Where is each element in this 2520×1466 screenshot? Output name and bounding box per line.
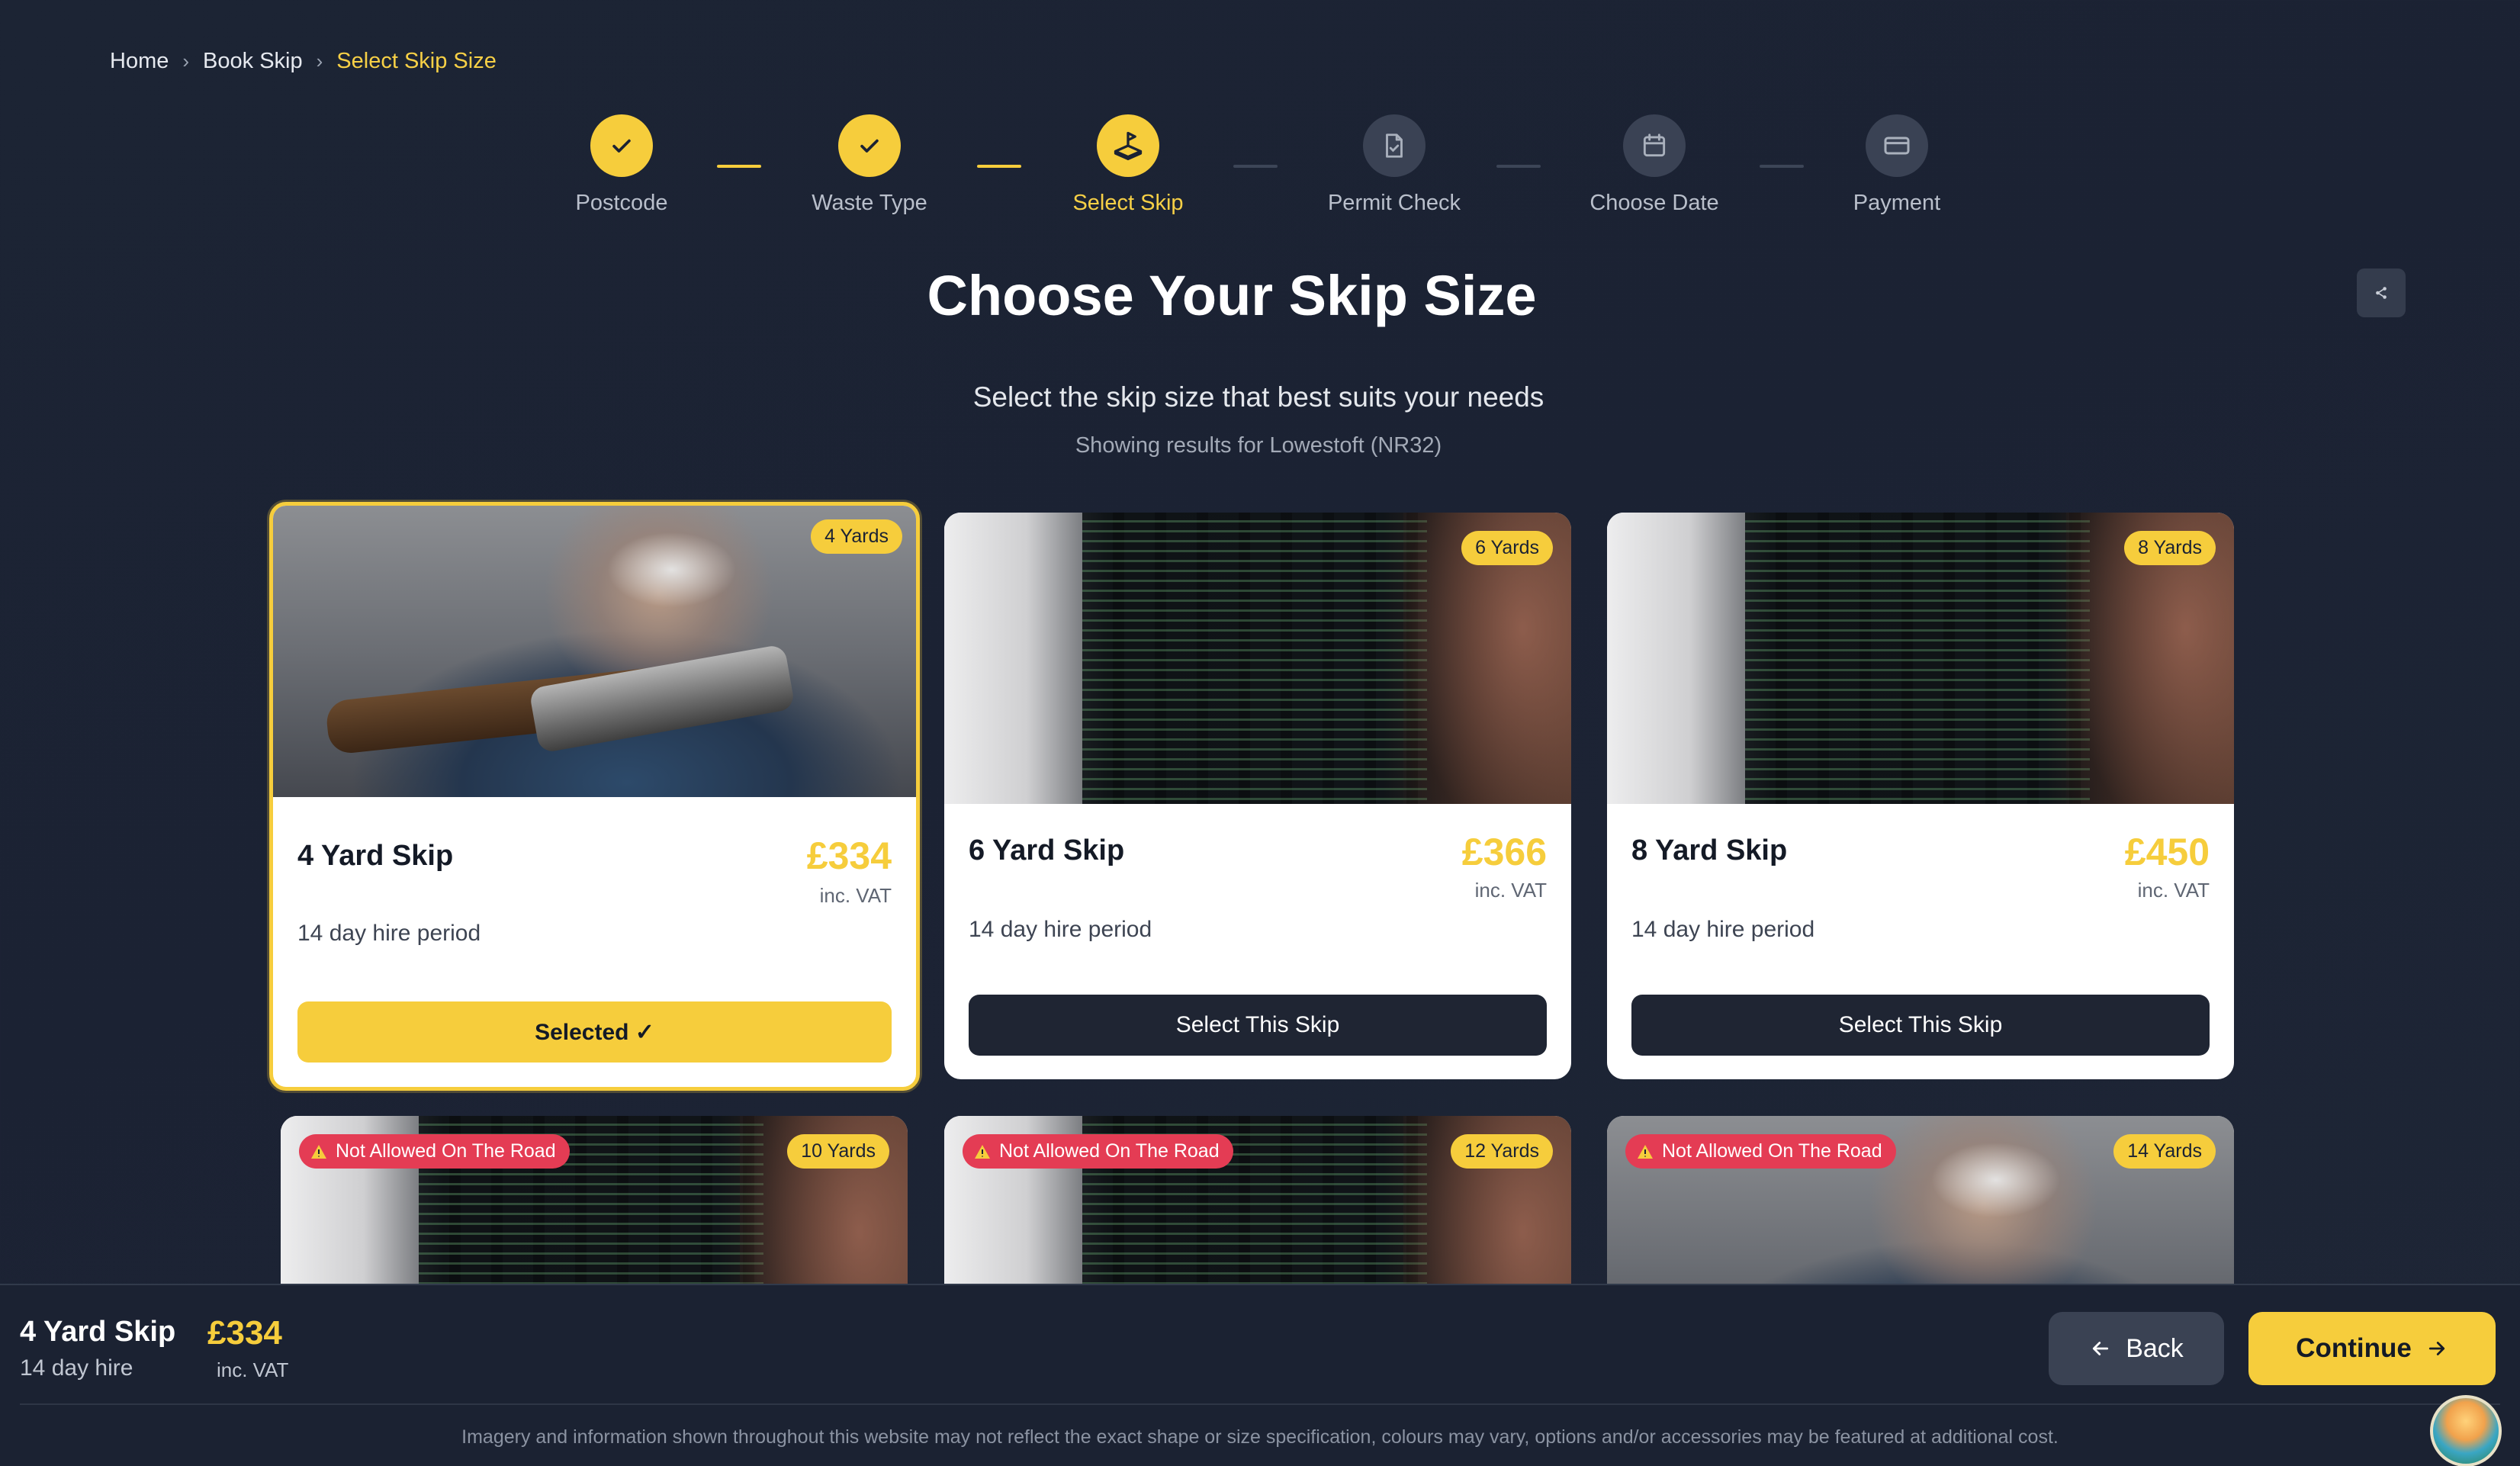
- breadcrumb: Home › Book Skip › Select Skip Size: [110, 49, 497, 74]
- skip-price: £366: [1461, 831, 1547, 873]
- continue-label: Continue: [2296, 1333, 2412, 1363]
- check-icon: [838, 114, 901, 177]
- yard-badge: 10 Yards: [787, 1134, 889, 1169]
- selection-summary-bar: 4 Yard Skip 14 day hire £334 inc. VAT Ba…: [0, 1284, 2520, 1466]
- selected-button[interactable]: Selected ✓: [297, 1001, 892, 1063]
- arrow-left-icon: [2093, 1342, 2109, 1355]
- results-location: Showing results for Lowestoft (NR32): [1075, 433, 1442, 458]
- warning-badge: Not Allowed On The Road: [299, 1134, 570, 1169]
- yard-badge: 6 Yards: [1461, 531, 1553, 565]
- skip-price: £450: [2124, 831, 2210, 873]
- warning-icon: [975, 1144, 990, 1159]
- progress-stepper: Postcode Waste Type Select Skip Permit C…: [0, 114, 2520, 221]
- step-connector: [1233, 165, 1278, 168]
- calendar-icon: [1623, 114, 1686, 177]
- step-choose-date: Choose Date: [1555, 114, 1753, 216]
- skip-vat-label: inc. VAT: [1474, 879, 1547, 902]
- step-connector: [717, 165, 761, 168]
- card-icon: [1866, 114, 1928, 177]
- step-label: Select Skip: [1072, 191, 1184, 215]
- warning-text: Not Allowed On The Road: [336, 1140, 556, 1162]
- arrow-right-icon: [2428, 1342, 2444, 1355]
- summary-vat-label: inc. VAT: [217, 1358, 289, 1381]
- yard-badge: 8 Yards: [2124, 531, 2216, 565]
- skip-vat-label: inc. VAT: [819, 884, 892, 907]
- document-icon: [1363, 114, 1426, 177]
- step-permit-check: Permit Check: [1295, 114, 1493, 216]
- step-connector: [1496, 165, 1541, 168]
- select-skip-button[interactable]: Select This Skip: [969, 995, 1547, 1056]
- skip-card-4-yard[interactable]: 4 Yards 4 Yard Skip £334 inc. VAT 14 day…: [269, 502, 920, 1091]
- check-icon: [590, 114, 653, 177]
- warning-badge: Not Allowed On The Road: [963, 1134, 1233, 1169]
- skip-name: 4 Yard Skip: [297, 840, 454, 872]
- skip-icon: [1097, 114, 1159, 177]
- chevron-right-icon: ›: [316, 50, 323, 72]
- breadcrumb-book-skip[interactable]: Book Skip: [203, 49, 303, 74]
- warning-icon: [1638, 1144, 1653, 1159]
- step-label: Permit Check: [1327, 191, 1461, 215]
- page-subtitle: Select the skip size that best suits you…: [972, 381, 1544, 413]
- warning-icon: [311, 1144, 326, 1159]
- yard-badge: 14 Yards: [2113, 1134, 2216, 1169]
- continue-button[interactable]: Continue: [2248, 1312, 2496, 1385]
- share-button[interactable]: [2357, 268, 2406, 317]
- yard-badge: 4 Yards: [811, 519, 902, 554]
- skip-hire-period: 14 day hire period: [297, 921, 481, 946]
- skip-hire-period: 14 day hire period: [969, 917, 1152, 942]
- summary-hire-period: 14 day hire: [20, 1355, 133, 1381]
- step-label: Payment: [1853, 191, 1941, 215]
- back-button[interactable]: Back: [2049, 1312, 2224, 1385]
- step-label: Choose Date: [1589, 191, 1719, 215]
- skip-vat-label: inc. VAT: [2137, 879, 2210, 902]
- warning-badge: Not Allowed On The Road: [1625, 1134, 1896, 1169]
- summary-skip-name: 4 Yard Skip: [20, 1316, 176, 1348]
- step-connector: [977, 165, 1021, 168]
- select-skip-button[interactable]: Select This Skip: [1631, 995, 2210, 1056]
- step-label: Waste Type: [812, 191, 927, 215]
- breadcrumb-home[interactable]: Home: [110, 49, 169, 74]
- step-waste-type[interactable]: Waste Type: [770, 114, 969, 216]
- warning-text: Not Allowed On The Road: [1662, 1140, 1882, 1162]
- yard-badge: 12 Yards: [1451, 1134, 1553, 1169]
- back-label: Back: [2126, 1333, 2184, 1363]
- breadcrumb-current: Select Skip Size: [336, 49, 497, 73]
- skip-name: 6 Yard Skip: [969, 834, 1125, 866]
- skip-hire-period: 14 day hire period: [1631, 917, 1815, 942]
- skip-card-6-yard[interactable]: 6 Yards 6 Yard Skip £366 inc. VAT 14 day…: [944, 513, 1571, 1079]
- summary-price: £334: [207, 1314, 282, 1352]
- share-icon: [2376, 287, 2387, 299]
- step-postcode[interactable]: Postcode: [522, 114, 721, 216]
- step-payment: Payment: [1798, 114, 1996, 216]
- avatar[interactable]: [2430, 1395, 2502, 1466]
- disclaimer-text: Imagery and information shown throughout…: [461, 1426, 2059, 1448]
- skip-card-8-yard[interactable]: 8 Yards 8 Yard Skip £450 inc. VAT 14 day…: [1607, 513, 2234, 1079]
- chevron-right-icon: ›: [182, 50, 190, 72]
- warning-text: Not Allowed On The Road: [999, 1140, 1220, 1162]
- page-title: Choose Your Skip Size: [927, 264, 1537, 327]
- step-label: Postcode: [575, 191, 668, 215]
- skip-name: 8 Yard Skip: [1631, 834, 1788, 866]
- divider: [20, 1403, 2500, 1405]
- skip-price: £334: [806, 834, 892, 877]
- step-select-skip[interactable]: Select Skip: [1029, 114, 1227, 216]
